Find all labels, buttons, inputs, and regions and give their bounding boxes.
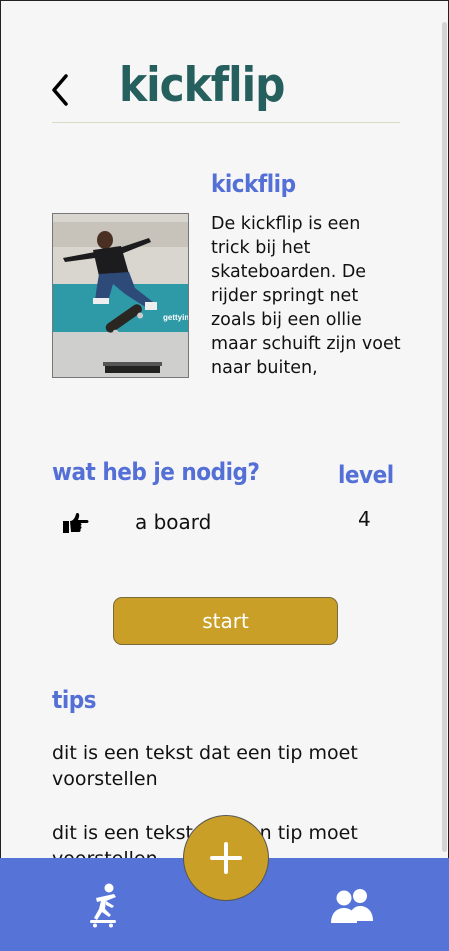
plus-icon	[210, 842, 242, 874]
tips-heading: tips	[52, 686, 97, 714]
users-icon	[331, 889, 373, 923]
back-button[interactable]	[44, 70, 78, 110]
photo-watermark: gettyimages	[163, 313, 189, 322]
need-item: a board	[135, 510, 212, 534]
pointing-hand-icon	[61, 512, 89, 536]
level-value: 4	[358, 507, 371, 531]
trick-photo: gettyimages	[52, 213, 189, 378]
nav-tricks-button[interactable]	[84, 882, 124, 928]
add-button[interactable]	[183, 815, 269, 901]
trick-description: De kickflip is een trick bij het skatebo…	[211, 214, 401, 378]
needs-heading: wat heb je nodig?	[52, 458, 260, 486]
chevron-left-icon	[52, 74, 68, 106]
trick-heading: kickflip	[211, 170, 296, 198]
tip-item: dit is een tekst dat een tip moet voorst…	[52, 742, 358, 790]
skateboarder-icon	[90, 883, 116, 928]
level-heading: level	[338, 461, 394, 489]
header-divider	[52, 122, 400, 123]
page-title: kickflip	[119, 58, 285, 113]
start-button[interactable]: start	[113, 597, 338, 645]
nav-friends-button[interactable]	[329, 887, 375, 923]
scrollbar[interactable]	[442, 22, 447, 852]
